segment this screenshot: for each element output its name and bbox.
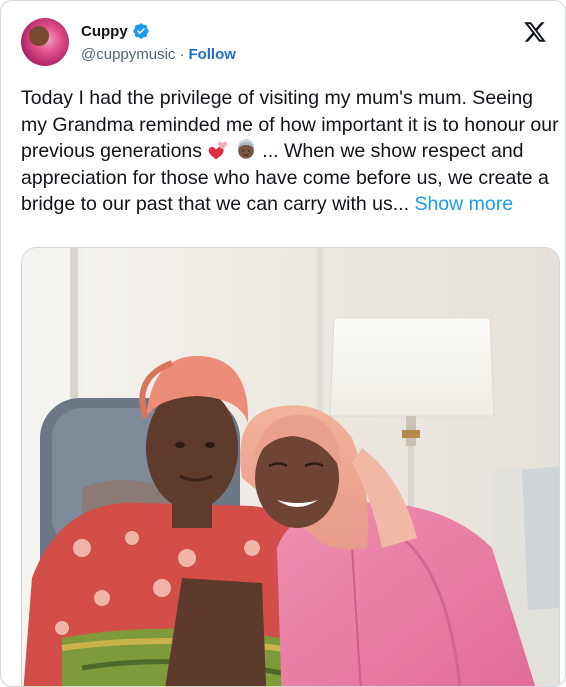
avatar[interactable]: [21, 18, 69, 66]
display-name[interactable]: Cuppy: [81, 23, 128, 40]
two-hearts-icon: [209, 141, 228, 160]
follow-button[interactable]: Follow: [188, 46, 236, 63]
older-woman-icon: [237, 139, 255, 159]
tweet-card: Cuppy @cuppymusic · Follow Today I had t…: [0, 0, 566, 687]
photo-grandma-and-granddaughter: [22, 248, 559, 686]
x-logo-icon[interactable]: [523, 20, 547, 44]
show-more-link[interactable]: Show more: [414, 193, 513, 215]
separator-dot: ·: [179, 46, 185, 63]
tweet-header: Cuppy @cuppymusic · Follow: [21, 18, 549, 72]
tweet-photo[interactable]: [21, 247, 560, 686]
name-row: Cuppy: [81, 22, 150, 40]
tweet-text: Today I had the privilege of visiting my…: [21, 85, 561, 218]
verified-badge-icon: [132, 23, 149, 39]
handle-row: @cuppymusic · Follow: [81, 46, 236, 63]
user-handle[interactable]: @cuppymusic: [81, 46, 175, 63]
